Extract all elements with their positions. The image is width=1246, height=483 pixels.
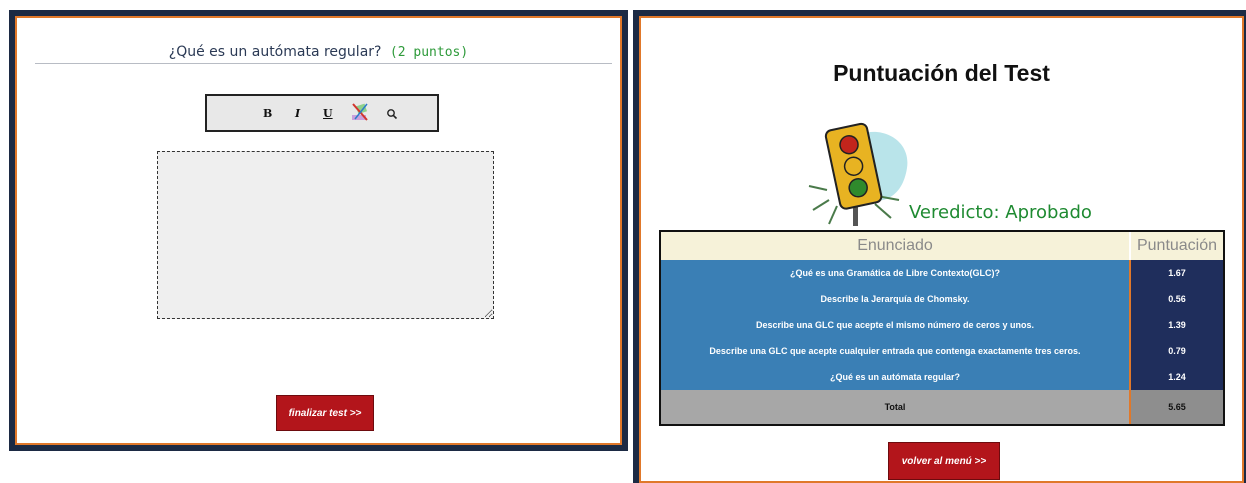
traffic-light-icon (808, 122, 908, 226)
table-row-question: ¿Qué es una Gramática de Libre Contexto(… (789, 268, 1001, 278)
table-row-question: Describe una GLC que acepte cualquier en… (709, 346, 1081, 356)
table-row-question: ¿Qué es un autómata regular? (829, 372, 961, 382)
bold-button[interactable]: B (263, 107, 272, 120)
search-icon[interactable] (386, 108, 398, 120)
answer-textarea[interactable] (157, 151, 494, 319)
score-column: Puntuación 1.67 0.56 1.39 0.79 1.24 5.65 (1131, 232, 1223, 424)
finish-test-button[interactable]: finalizar test >> (276, 395, 374, 431)
editor-toolbar: B I U (205, 94, 439, 132)
format-paint-icon[interactable] (349, 101, 371, 123)
table-row-question: Describe la Jerarquía de Chomsky. (820, 294, 970, 304)
table-row-score: 0.79 (1168, 346, 1186, 356)
header-puntuacion: Puntuación (1131, 232, 1223, 260)
score-title: Puntuación del Test (833, 60, 1050, 86)
verdict-text: Veredicto: Aprobado (909, 202, 1092, 223)
test-question-frame: ¿Qué es un autómata regular? (2 puntos) … (15, 16, 622, 445)
score-panel: Puntuación del Test Veredicto: Aprobado (633, 10, 1246, 483)
question-divider (35, 63, 612, 64)
test-question-panel: ¿Qué es un autómata regular? (2 puntos) … (9, 10, 628, 451)
back-to-menu-button[interactable]: volver al menú >> (888, 442, 1000, 480)
question-heading: ¿Qué es un autómata regular? (2 puntos) (17, 44, 620, 60)
results-table: Enunciado ¿Qué es una Gramática de Libre… (659, 230, 1225, 426)
header-enunciado: Enunciado (661, 232, 1129, 260)
total-score: 5.65 (1131, 390, 1223, 424)
question-points: (2 puntos) (389, 45, 469, 60)
italic-button[interactable]: I (295, 107, 300, 120)
table-row-score: 0.56 (1168, 294, 1186, 304)
question-text: ¿Qué es un autómata regular? (168, 44, 382, 60)
table-row-score: 1.39 (1168, 320, 1186, 330)
table-row-question: Describe una GLC que acepte el mismo núm… (755, 320, 1035, 330)
table-row-score: 1.67 (1168, 268, 1186, 278)
total-label: Total (661, 390, 1129, 424)
score-frame: Puntuación del Test Veredicto: Aprobado (639, 16, 1244, 483)
question-rows: ¿Qué es una Gramática de Libre Contexto(… (661, 260, 1129, 390)
question-column: Enunciado ¿Qué es una Gramática de Libre… (661, 232, 1129, 424)
underline-button[interactable]: U (323, 107, 333, 120)
table-row-score: 1.24 (1168, 372, 1186, 382)
score-rows: 1.67 0.56 1.39 0.79 1.24 (1131, 260, 1223, 390)
